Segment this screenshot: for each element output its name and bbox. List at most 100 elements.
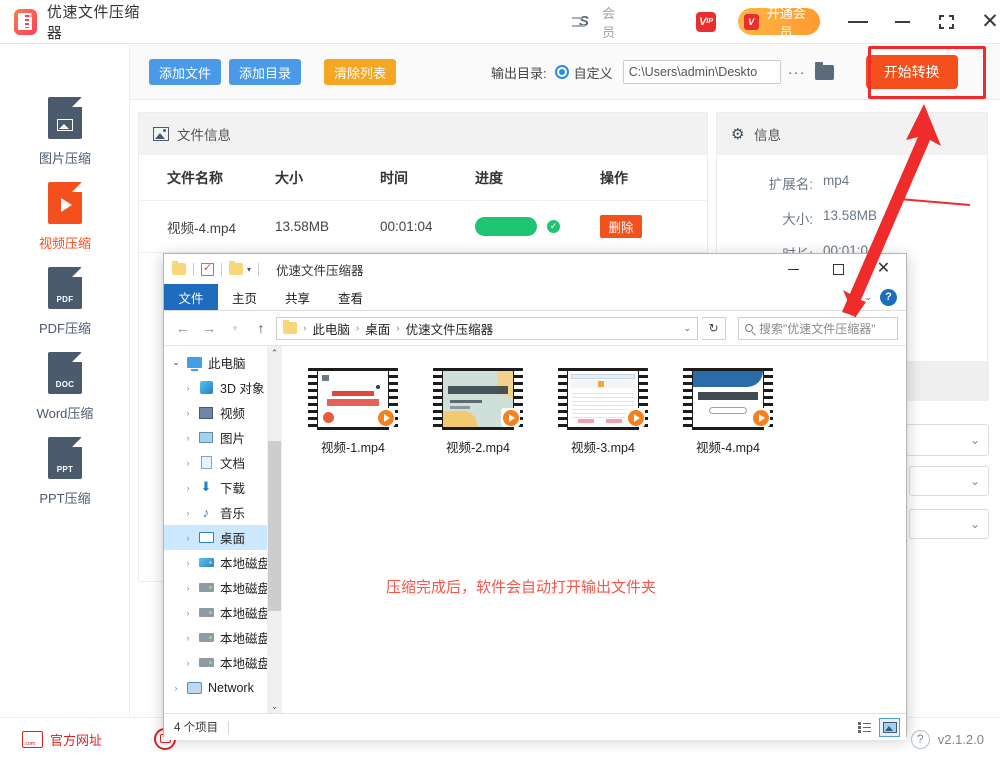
chevron-right-icon[interactable]: › (180, 408, 196, 418)
tree-item-downloads[interactable]: › ⬇ 下载 (164, 475, 282, 500)
info-panel-header: ⚙ 信息 (717, 113, 987, 155)
tree-item-music[interactable]: › ♪ 音乐 (164, 500, 282, 525)
chevron-right-icon[interactable]: › (180, 658, 196, 668)
vip-badge-icon[interactable]: VIP (696, 12, 715, 32)
chevron-up-icon[interactable]: ⌃ (271, 348, 279, 359)
breadcrumb-item-0[interactable]: 此电脑 (312, 319, 350, 338)
tree-item-3d-objects[interactable]: › 3D 对象 (164, 375, 282, 400)
table-row[interactable]: 视频-4.mp4 13.58MB 00:01:04 ✓ 删除 (139, 201, 707, 253)
chevron-down-icon[interactable]: ▾ (224, 317, 246, 339)
start-convert-button[interactable]: 开始转换 (866, 55, 958, 89)
sidebar-item-image[interactable]: 图片压缩 (0, 97, 130, 182)
hamburger-menu-icon[interactable] (848, 12, 868, 32)
folder-icon[interactable] (815, 65, 834, 80)
tree-item-pictures[interactable]: › 图片 (164, 425, 282, 450)
chevron-right-icon[interactable]: › (180, 508, 196, 518)
breadcrumb[interactable]: › 此电脑 › 桌面 › 优速文件压缩器 ⌄ (276, 317, 698, 340)
video-thumbnail-icon (433, 368, 523, 430)
open-vip-button[interactable]: V 开通会员 (738, 8, 820, 35)
scrollbar-thumb[interactable] (268, 441, 281, 611)
tree-item-disk-d[interactable]: › 本地磁盘 ( (164, 575, 282, 600)
column-header-time: 时间 (380, 168, 475, 188)
list-item[interactable]: 视频-3.mp4 (554, 368, 652, 456)
large-icons-view-icon[interactable] (879, 718, 900, 737)
properties-checkbox-icon[interactable] (201, 263, 214, 276)
tree-item-network[interactable]: › Network (164, 675, 282, 700)
chevron-right-icon[interactable]: › (180, 433, 196, 443)
sidebar-item-pdf[interactable]: PDF PDF压缩 (0, 267, 130, 352)
chevron-right-icon[interactable]: › (180, 583, 196, 593)
sidebar-item-video[interactable]: 视频压缩 (0, 182, 130, 267)
chevron-right-icon[interactable]: › (180, 458, 196, 468)
local-disk-icon (196, 633, 216, 642)
chevron-down-icon[interactable]: ⌄ (168, 357, 184, 368)
chevron-down-icon[interactable]: ⌄ (864, 292, 872, 303)
breadcrumb-item-1[interactable]: 桌面 (365, 319, 390, 338)
tree-item-disk-f[interactable]: › 本地磁盘 ( (164, 625, 282, 650)
chevron-right-icon[interactable]: › (168, 683, 184, 693)
tree-scrollbar[interactable]: ⌃ ⌄ (267, 346, 282, 713)
chevron-down-icon[interactable]: ▾ (247, 265, 251, 274)
add-file-button[interactable]: 添加文件 (149, 59, 221, 85)
delete-button[interactable]: 删除 (600, 215, 642, 238)
list-item[interactable]: 视频-4.mp4 (679, 368, 777, 456)
tree-item-this-pc[interactable]: ⌄ 此电脑 (164, 350, 282, 375)
chevron-right-icon[interactable]: › (180, 558, 196, 568)
setting-select-3[interactable]: ⌄ (909, 509, 989, 539)
video-thumbnail-icon (683, 368, 773, 430)
chevron-down-icon[interactable]: ⌄ (271, 701, 279, 712)
setting-select-2[interactable]: ⌄ (909, 466, 989, 496)
file-name-label: 视频-3.mp4 (571, 437, 635, 456)
breadcrumb-item-2[interactable]: 优速文件压缩器 (406, 319, 494, 338)
file-panel-header: 文件信息 (139, 113, 707, 155)
maximize-icon[interactable] (936, 12, 956, 32)
ribbon-tab-file[interactable]: 文件 (164, 284, 218, 310)
tree-item-disk-g[interactable]: › 本地磁盘 ( (164, 650, 282, 675)
chevron-right-icon[interactable]: › (180, 633, 196, 643)
folder-icon[interactable] (172, 263, 186, 275)
help-circle-icon[interactable]: ? (911, 730, 930, 749)
arrow-right-icon[interactable]: → (198, 317, 220, 339)
output-path-input[interactable]: C:\Users\admin\Deskto (623, 60, 781, 84)
video-file-icon (48, 182, 82, 224)
path-more-button[interactable]: ··· (788, 64, 806, 81)
custom-dir-radio[interactable]: 自定义 (555, 63, 613, 82)
add-folder-button[interactable]: 添加目录 (229, 59, 301, 85)
close-icon[interactable]: ✕ (980, 12, 1000, 32)
ribbon-tab-view[interactable]: 查看 (324, 284, 377, 310)
chevron-right-icon[interactable]: › (180, 483, 196, 493)
version-label: v2.1.2.0 (938, 732, 984, 747)
list-item[interactable]: 视频-1.mp4 (304, 368, 402, 456)
minimize-icon[interactable] (771, 254, 816, 284)
refresh-icon[interactable]: ↻ (702, 317, 726, 340)
close-icon[interactable]: ✕ (861, 254, 906, 284)
minimize-icon[interactable] (892, 12, 912, 32)
member-area: S 会员 (573, 3, 627, 41)
tree-item-videos[interactable]: › 视频 (164, 400, 282, 425)
chevron-down-icon[interactable]: ⌄ (683, 323, 691, 334)
sidebar-item-word[interactable]: DOC Word压缩 (0, 352, 130, 437)
tree-item-desktop[interactable]: › 桌面 (164, 525, 282, 550)
play-icon (626, 408, 645, 427)
official-website-link[interactable]: 官方网址 (22, 730, 102, 749)
info-value: mp4 (823, 173, 849, 193)
tree-item-documents[interactable]: › 文档 (164, 450, 282, 475)
details-view-icon[interactable] (854, 718, 875, 737)
chevron-right-icon[interactable]: › (180, 608, 196, 618)
arrow-up-icon[interactable]: ↑ (250, 317, 272, 339)
clear-list-button[interactable]: 清除列表 (324, 59, 396, 85)
arrow-left-icon[interactable]: ← (172, 317, 194, 339)
list-item[interactable]: 视频-2.mp4 (429, 368, 527, 456)
sidebar-item-ppt[interactable]: PPT PPT压缩 (0, 437, 130, 522)
new-folder-icon[interactable] (229, 263, 243, 275)
chevron-right-icon[interactable]: › (180, 383, 196, 393)
ribbon-tab-share[interactable]: 共享 (271, 284, 324, 310)
search-input[interactable]: 搜索"优速文件压缩器" (738, 317, 898, 340)
tree-item-disk-c[interactable]: › 本地磁盘 ( (164, 550, 282, 575)
ribbon-tab-home[interactable]: 主页 (218, 284, 271, 310)
help-icon[interactable]: ? (880, 289, 897, 306)
maximize-icon[interactable] (816, 254, 861, 284)
chevron-right-icon[interactable]: › (180, 533, 196, 543)
tree-item-disk-e[interactable]: › 本地磁盘 ( (164, 600, 282, 625)
explorer-window-controls: ✕ (771, 254, 906, 284)
